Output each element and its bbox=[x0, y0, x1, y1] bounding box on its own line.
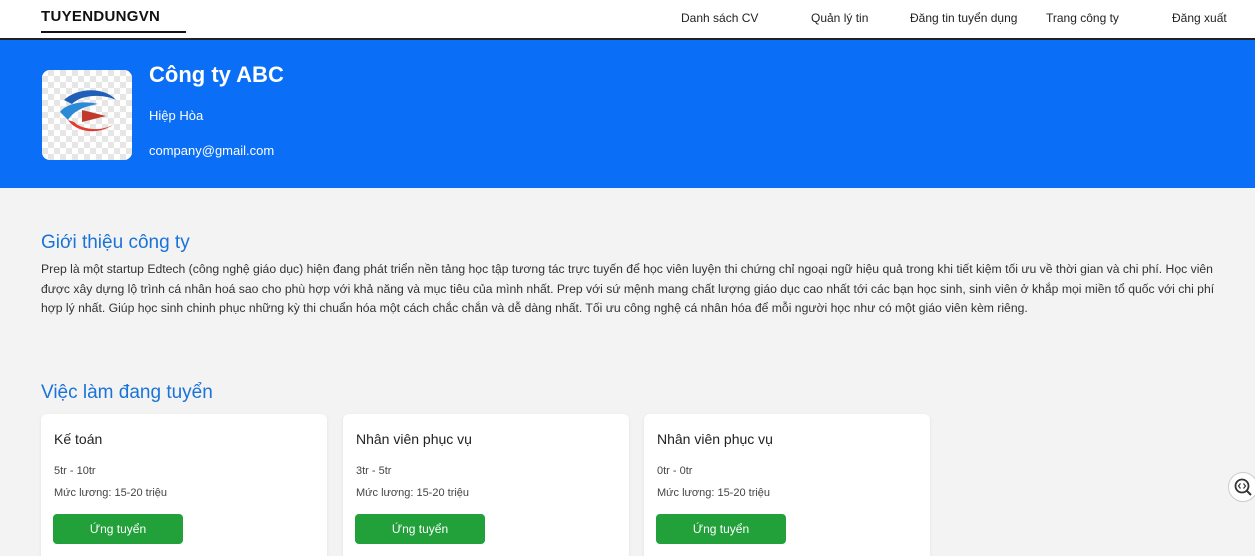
job-range: 5tr - 10tr bbox=[54, 465, 96, 477]
nav-item-manage-posts[interactable]: Quản lý tin bbox=[811, 11, 868, 25]
apply-button[interactable]: Ứng tuyển bbox=[656, 514, 786, 544]
company-location: Hiệp Hòa bbox=[149, 108, 204, 123]
job-title[interactable]: Kế toán bbox=[54, 431, 102, 447]
job-range: 3tr - 5tr bbox=[356, 465, 392, 477]
apply-button[interactable]: Ứng tuyển bbox=[53, 514, 183, 544]
brand-logo[interactable]: TUYENDUNGVN bbox=[41, 8, 186, 33]
nav-item-company-page[interactable]: Trang công ty bbox=[1046, 11, 1119, 25]
nav-item-post-job[interactable]: Đăng tin tuyển dụng bbox=[910, 11, 1017, 25]
job-salary: Mức lương: 15-20 triệu bbox=[54, 487, 168, 499]
navbar: TUYENDUNGVN Danh sách CV Quản lý tin Đăn… bbox=[0, 0, 1255, 40]
nav-item-cv-list[interactable]: Danh sách CV bbox=[681, 11, 758, 25]
job-salary: Mức lương: 15-20 triệu bbox=[657, 487, 771, 499]
company-banner: Công ty ABC Hiệp Hòa company@gmail.com bbox=[0, 40, 1255, 188]
job-title[interactable]: Nhân viên phục vụ bbox=[657, 431, 773, 447]
intro-title: Giới thiệu công ty bbox=[41, 232, 190, 253]
nav-item-logout[interactable]: Đăng xuất bbox=[1172, 11, 1227, 25]
job-card[interactable]: Nhân viên phục vụ 3tr - 5tr Mức lương: 1… bbox=[343, 414, 629, 556]
apply-button[interactable]: Ứng tuyển bbox=[355, 514, 485, 544]
company-email: company@gmail.com bbox=[149, 143, 275, 158]
job-salary: Mức lương: 15-20 triệu bbox=[356, 487, 470, 499]
company-name: Công ty ABC bbox=[149, 62, 284, 87]
company-logo-icon bbox=[42, 70, 132, 160]
job-card[interactable]: Kế toán 5tr - 10tr Mức lương: 15-20 triệ… bbox=[41, 414, 327, 556]
job-card[interactable]: Nhân viên phục vụ 0tr - 0tr Mức lương: 1… bbox=[644, 414, 930, 556]
job-range: 0tr - 0tr bbox=[657, 465, 693, 477]
intro-text: Prep là một startup Edtech (công nghệ gi… bbox=[41, 262, 1215, 315]
search-code-icon[interactable] bbox=[1228, 472, 1255, 502]
jobs-title: Việc làm đang tuyển bbox=[41, 382, 213, 403]
job-title[interactable]: Nhân viên phục vụ bbox=[356, 431, 472, 447]
